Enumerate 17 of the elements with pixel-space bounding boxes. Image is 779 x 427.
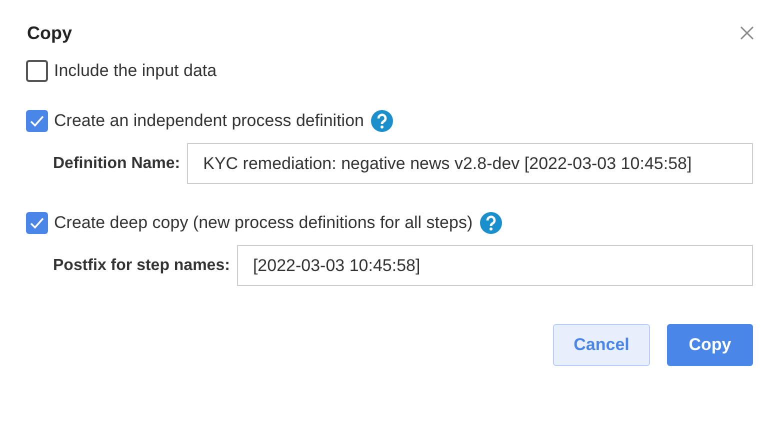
checkbox[interactable] (26, 60, 48, 82)
checkmark-icon (29, 113, 45, 129)
copy-button[interactable]: Copy (667, 324, 753, 366)
input-field[interactable]: KYC remediation: negative news v2.8-dev [2022-03-03 10:45:58] (187, 143, 753, 184)
dialog-title: Copy (26, 22, 72, 45)
field-label: Definition Name: (53, 154, 180, 174)
checkbox-label: Create an independent process definition (54, 110, 364, 132)
close-icon[interactable] (740, 26, 754, 40)
help-icon[interactable] (371, 110, 393, 132)
checkmark-icon (29, 215, 45, 231)
checkbox[interactable] (26, 110, 48, 132)
checkbox[interactable] (26, 212, 48, 234)
input-field[interactable]: [2022-03-03 10:45:58] (236, 245, 753, 286)
checkbox-label: Include the input data (54, 60, 217, 82)
field-label: Postfix for step names: (53, 256, 230, 276)
help-icon[interactable] (480, 212, 502, 234)
checkbox-label: Create deep copy (new process definitions for all steps) (54, 212, 473, 234)
